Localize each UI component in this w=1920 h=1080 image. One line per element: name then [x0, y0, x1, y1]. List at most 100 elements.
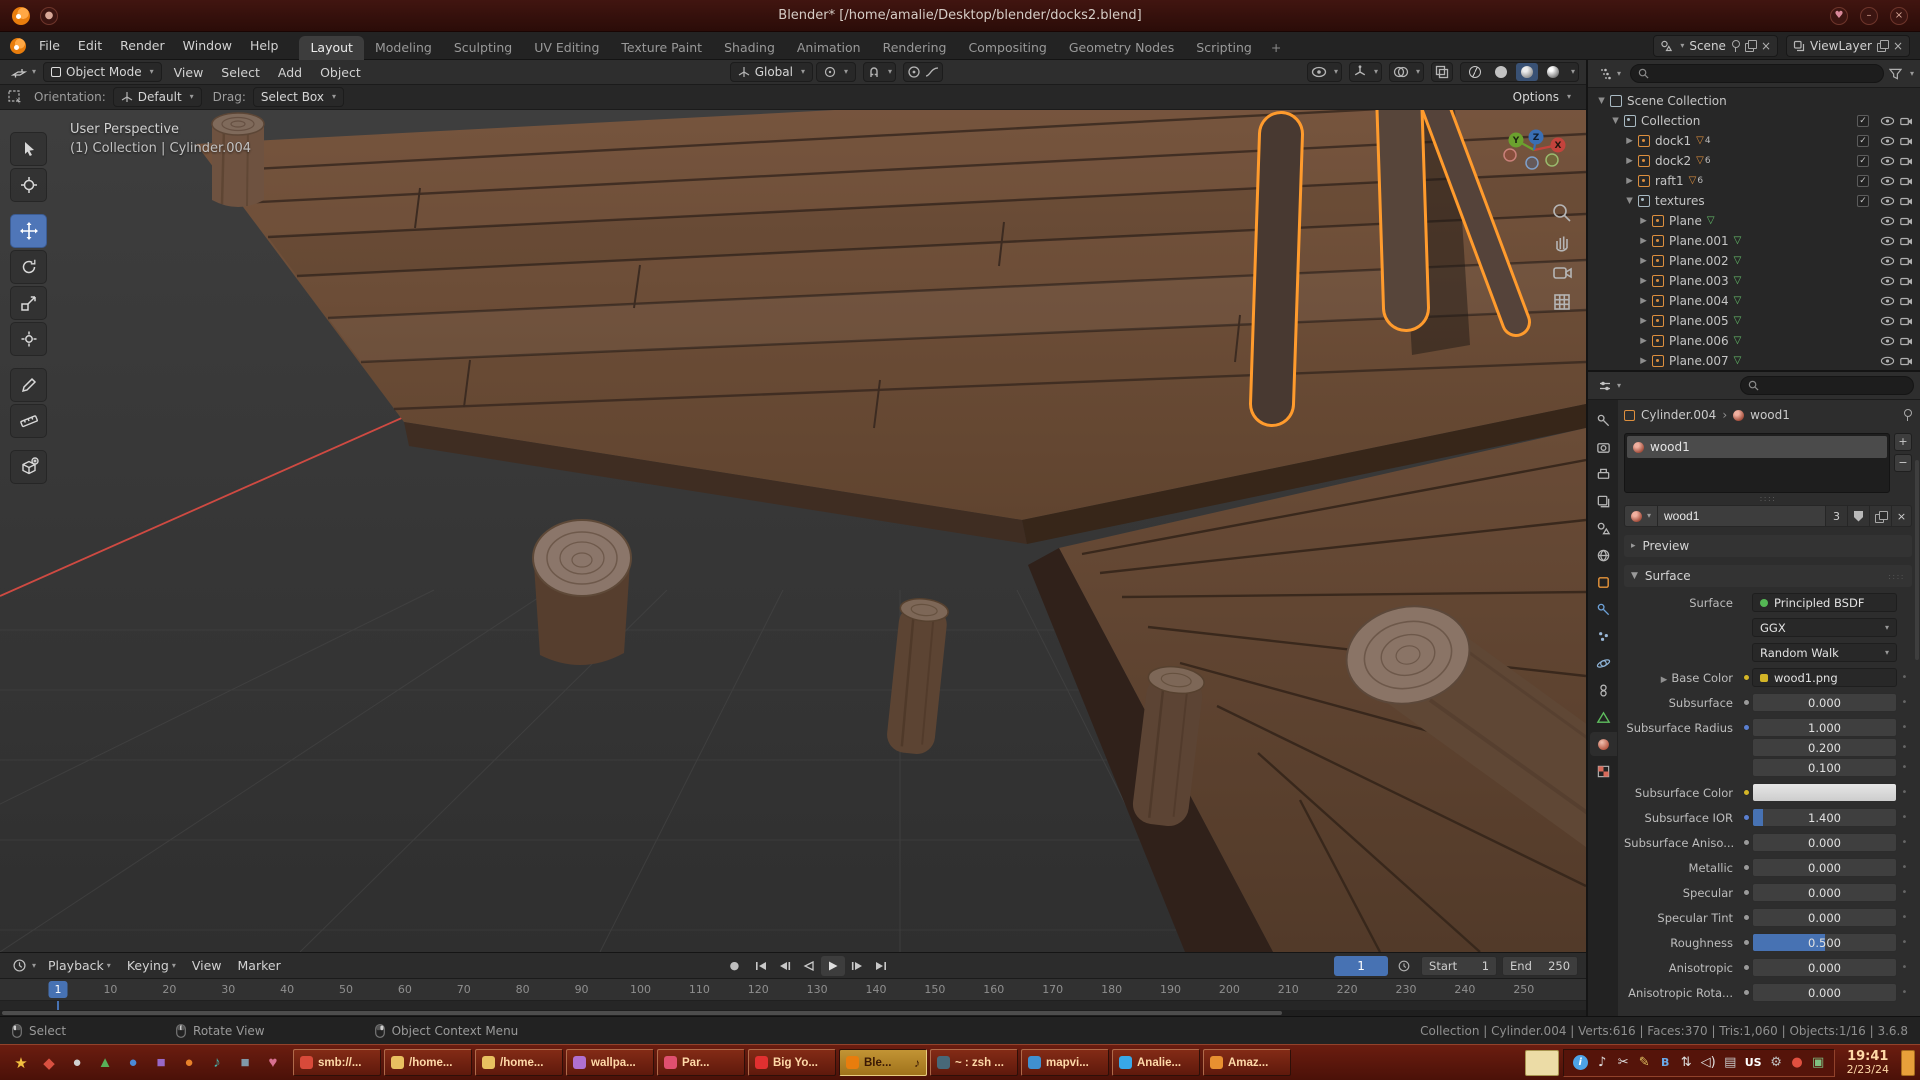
outliner-row[interactable]: ▼ Scene Collection ▽ ▽ ✓	[1588, 91, 1920, 111]
properties-search[interactable]	[1740, 376, 1914, 395]
main-menu-item[interactable]: Render	[111, 38, 174, 53]
disclosure-icon[interactable]: ▶	[1622, 156, 1637, 166]
disable-in-render-icon[interactable]	[1900, 237, 1913, 246]
disable-in-render-icon[interactable]	[1900, 197, 1913, 206]
selectability-checkbox[interactable]: ✓	[1857, 175, 1869, 187]
taskbar-window-button[interactable]: /home... ♪	[384, 1049, 472, 1076]
launcher-icon[interactable]: ★	[8, 1050, 34, 1076]
outliner-row[interactable]: ▶ Plane.001 ▽ ▽ ✓	[1588, 231, 1920, 251]
tool-3d-cursor[interactable]	[10, 168, 47, 202]
window-menu-icon[interactable]: ●	[40, 7, 58, 25]
outliner-row[interactable]: ▶ Plane.003 ▽ ▽ ✓	[1588, 271, 1920, 291]
notes-widget[interactable]	[1525, 1050, 1559, 1076]
disclosure-icon[interactable]: ▶	[1636, 316, 1651, 326]
taskbar-window-button[interactable]: wallpa... ♪	[566, 1049, 654, 1076]
shading-material-button[interactable]	[1516, 63, 1538, 81]
next-keyframe-button[interactable]	[845, 956, 869, 976]
breadcrumb-material[interactable]: wood1	[1750, 408, 1790, 422]
mode-dropdown[interactable]: Object Mode ▾	[43, 62, 162, 82]
tab-texture[interactable]	[1590, 759, 1617, 783]
drag-mode-dropdown[interactable]: Select Box ▾	[253, 87, 344, 107]
tray-icon[interactable]: ⚙	[1770, 1056, 1783, 1069]
metallic-slider[interactable]: 0.000	[1752, 858, 1897, 877]
tray-icon[interactable]: ▣	[1812, 1056, 1825, 1069]
hide-in-viewport-icon[interactable]	[1880, 336, 1895, 346]
row-label[interactable]: raft1	[1655, 174, 1684, 188]
outliner-row[interactable]: ▶ Plane.006 ▽ ▽ ✓	[1588, 331, 1920, 351]
main-menu-item[interactable]: Edit	[69, 38, 111, 53]
shading-solid-button[interactable]	[1490, 63, 1512, 81]
tool-measure[interactable]	[10, 404, 47, 438]
tool-rotate[interactable]	[10, 250, 47, 284]
filter-icon[interactable]	[1889, 68, 1902, 80]
tab-object[interactable]	[1590, 570, 1617, 594]
taskbar-window-button[interactable]: Big Yo... ♪	[748, 1049, 836, 1076]
keying-set-clock-icon[interactable]	[1392, 956, 1416, 976]
list-resize-grip[interactable]: ::::	[1624, 493, 1912, 503]
subsurface-slider[interactable]: 0.000	[1752, 693, 1897, 712]
tray-icon[interactable]: ▤	[1724, 1056, 1737, 1069]
main-menu-item[interactable]: File	[30, 38, 69, 53]
workspace-tab[interactable]: +	[1263, 36, 1289, 60]
tab-particles[interactable]	[1590, 624, 1617, 648]
timeline-menu-item[interactable]: Marker▾	[230, 958, 289, 973]
selectability-checkbox[interactable]: ✓	[1857, 135, 1869, 147]
remove-viewlayer-icon[interactable]: ×	[1893, 40, 1903, 52]
overlays-toggle-icon[interactable]	[1393, 66, 1409, 78]
row-label[interactable]: Plane.003	[1669, 274, 1729, 288]
launcher-icon[interactable]: ▲	[92, 1050, 118, 1076]
disable-in-render-icon[interactable]	[1900, 137, 1913, 146]
material-name-input[interactable]	[1658, 505, 1826, 527]
surface-panel-header[interactable]: ▼ Surface ::::	[1624, 565, 1912, 587]
disable-in-render-icon[interactable]	[1900, 337, 1913, 346]
material-slot-list[interactable]: wood1	[1624, 433, 1890, 493]
timeline-ruler[interactable]: 1020304050607080901001101201301401501601…	[0, 979, 1586, 1001]
outliner-row[interactable]: ▶ Plane.004 ▽ ▽ ✓	[1588, 291, 1920, 311]
tab-material[interactable]	[1590, 732, 1617, 756]
launcher-icon[interactable]: ●	[64, 1050, 90, 1076]
timeline-menu-item[interactable]: View▾	[184, 958, 230, 973]
selectability-checkbox[interactable]: ✓	[1857, 155, 1869, 167]
main-menu-item[interactable]: Window	[174, 38, 241, 53]
outliner-row[interactable]: ▶ Plane.007 ▽ ▽ ✓	[1588, 351, 1920, 370]
fake-user-button[interactable]	[1848, 505, 1870, 527]
disable-in-render-icon[interactable]	[1900, 297, 1913, 306]
tab-physics[interactable]	[1590, 651, 1617, 675]
xray-toggle[interactable]	[1431, 62, 1453, 82]
workspace-tab[interactable]: Rendering	[872, 36, 958, 60]
hide-in-viewport-icon[interactable]	[1880, 216, 1895, 226]
subsurface-ior-slider[interactable]: 1.400	[1752, 808, 1897, 827]
disable-in-render-icon[interactable]	[1900, 117, 1913, 126]
row-label[interactable]: Plane.005	[1669, 314, 1729, 328]
frame-start-field[interactable]: Start1	[1421, 956, 1497, 976]
tray-icon[interactable]: ♪	[1596, 1056, 1609, 1069]
properties-scrollbar[interactable]	[1915, 460, 1919, 660]
show-desktop-button[interactable]	[1901, 1050, 1915, 1076]
tab-render[interactable]	[1590, 435, 1617, 459]
launcher-icon[interactable]: ◆	[36, 1050, 62, 1076]
blender-app-menu-icon[interactable]	[10, 38, 26, 54]
tab-constraints[interactable]	[1590, 678, 1617, 702]
filter-dropdown[interactable]: ▾	[1910, 70, 1914, 78]
tab-output[interactable]	[1590, 462, 1617, 486]
anisotropic-slider[interactable]: 0.000	[1752, 958, 1897, 977]
play-button[interactable]	[821, 956, 845, 976]
decorator-dot[interactable]: •	[1897, 697, 1912, 708]
row-label[interactable]: Plane.004	[1669, 294, 1729, 308]
outliner-row[interactable]: ▶ Plane.005 ▽ ▽ ✓	[1588, 311, 1920, 331]
sss-method-dropdown[interactable]: Random Walk▾	[1752, 643, 1897, 662]
disclosure-icon[interactable]: ▶	[1636, 276, 1651, 286]
workspace-tab[interactable]: Geometry Nodes	[1058, 36, 1185, 60]
workspace-tab[interactable]: Texture Paint	[610, 36, 713, 60]
timeline-menu-item[interactable]: Playback▾	[40, 958, 119, 973]
disclosure-icon[interactable]: ▼	[1594, 96, 1609, 106]
hide-in-viewport-icon[interactable]	[1880, 296, 1895, 306]
workspace-tab[interactable]: UV Editing	[523, 36, 610, 60]
disclosure-icon[interactable]: ▶	[1636, 256, 1651, 266]
disclosure-icon[interactable]: ▶	[1636, 216, 1651, 226]
auto-keying-button[interactable]: ●	[730, 959, 740, 972]
playhead-marker[interactable]: 1	[49, 981, 68, 998]
hide-in-viewport-icon[interactable]	[1880, 256, 1895, 266]
radius-y-field[interactable]: 0.200	[1752, 738, 1897, 757]
proportional-edit-icon[interactable]	[907, 65, 921, 79]
